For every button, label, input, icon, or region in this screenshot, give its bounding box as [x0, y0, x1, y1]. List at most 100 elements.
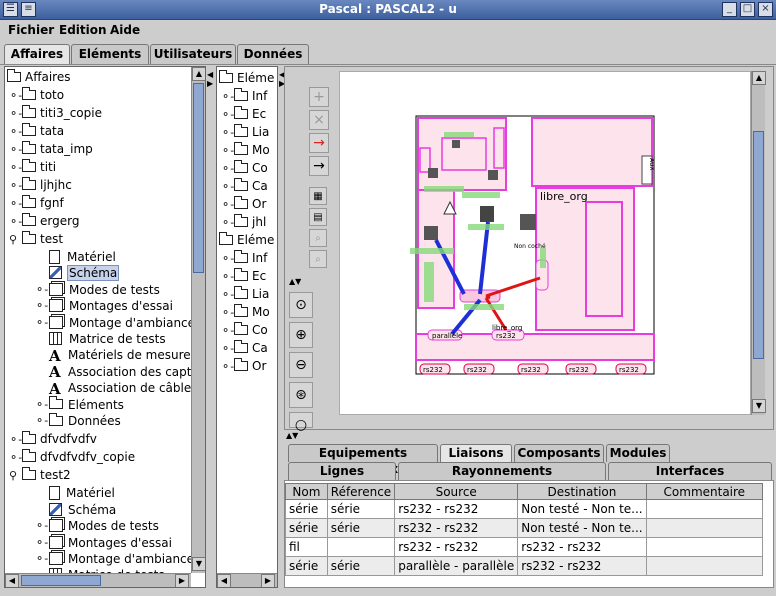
scroll-left-icon[interactable]: ◀ [5, 574, 19, 587]
tree2-item[interactable]: ⚬- Mo [221, 141, 270, 159]
expand-handle-icon[interactable]: ⚬- [9, 177, 22, 195]
tree-vertical-scrollbar[interactable]: ▲ ▼ [191, 67, 205, 573]
tree-item[interactable]: ⚬- tata_imp [9, 140, 93, 158]
tree-child-item[interactable]: ⚬- Montages d'essai [35, 297, 174, 315]
scroll-right-icon[interactable]: ▶ [175, 574, 189, 587]
expand-handle-icon[interactable]: ⚬- [35, 297, 48, 315]
canvas-vertical-scrollbar[interactable]: ▲ ▼ [751, 71, 766, 415]
red-link-icon[interactable]: → [309, 133, 329, 153]
expand-handle-icon[interactable]: ⚬- [221, 286, 234, 304]
menu-aide[interactable]: Aide [110, 23, 140, 37]
tree-child-item[interactable]: ⚬- Données [35, 412, 122, 430]
tree2-item[interactable]: ⚬- jhl [221, 213, 266, 231]
table-cell[interactable] [326, 537, 396, 557]
tree-item[interactable]: ⚬- ergerg [9, 212, 79, 230]
scroll-thumb[interactable] [753, 131, 764, 359]
expand-handle-icon[interactable]: ⚬- [35, 412, 48, 430]
expand-handle-icon[interactable]: ⚬- [221, 268, 234, 286]
col-destination[interactable]: Destination [517, 483, 647, 500]
zoom-area-icon[interactable]: ⌕ [309, 250, 327, 268]
collapse-handle-icon[interactable]: ⚲ [9, 467, 19, 485]
tab-liaisons[interactable]: Liaisons [440, 444, 512, 462]
tree-item[interactable]: ⚬- ljhjhc [9, 176, 72, 194]
tree-child-item[interactable]: A Association de câbles [49, 379, 199, 398]
tree-child-item[interactable]: Schéma [49, 501, 116, 519]
scroll-thumb-h[interactable] [21, 575, 101, 586]
zoom-reset-icon[interactable]: ○ [289, 412, 313, 433]
link-icon[interactable]: → [309, 156, 329, 176]
expand-handle-icon[interactable]: ⚬- [221, 160, 234, 178]
schema-icon[interactable]: ▦ [309, 187, 327, 205]
zoom-fit-icon[interactable]: ⊛ [289, 382, 313, 408]
affaires-tree[interactable]: Affaires ⚬- toto ⚬- titi3_copie ⚬- tata ⚬- tata… [4, 66, 206, 588]
expand-handle-icon[interactable]: ⚬- [221, 214, 234, 232]
table-cell[interactable]: Non testé - Non te... [517, 499, 647, 519]
expand-handle-icon[interactable]: ⚬- [221, 250, 234, 268]
expand-handle-icon[interactable]: ⚬- [221, 340, 234, 358]
table-cell[interactable]: fil [285, 537, 328, 557]
expand-handle-icon[interactable]: ⚬- [35, 550, 48, 568]
expand-handle-icon[interactable]: ⚬- [35, 517, 48, 535]
tree-item[interactable]: ⚬- titi3_copie [9, 104, 102, 122]
table-cell[interactable]: série [326, 556, 396, 576]
tree2-item[interactable]: ⚬- Co [221, 159, 268, 177]
scroll-up-icon[interactable]: ▲ [192, 67, 205, 81]
table-cell[interactable]: série [285, 518, 328, 538]
tree-child-item[interactable]: ⚬- Montage d'ambiance [35, 314, 196, 332]
tab-utilisateurs[interactable]: Utilisateurs [150, 44, 236, 64]
table-cell[interactable] [645, 556, 764, 576]
zoom-in-icon[interactable]: ⊕ [289, 322, 313, 348]
tab-modules[interactable]: Modules [606, 444, 670, 462]
table-row[interactable]: série série parallèle - parallèle rs232 - r… [285, 556, 764, 576]
maximize-icon[interactable]: □ [740, 2, 755, 17]
tree-child-item[interactable]: ⚬- Modes de tests [35, 281, 161, 299]
expand-handle-icon[interactable]: ⚬- [221, 196, 234, 214]
expand-handle-icon[interactable]: ⚬- [35, 534, 48, 552]
tree2-item[interactable]: ⚬- Inf [221, 87, 267, 105]
tree2-item[interactable]: ⚬- Co [221, 321, 268, 339]
table-cell[interactable]: rs232 - rs232 [394, 537, 519, 557]
scroll-thumb[interactable] [193, 83, 204, 273]
tree2-group[interactable]: Eléme [219, 231, 274, 249]
expand-handle-icon[interactable]: ⚬- [221, 142, 234, 160]
expand-handle-icon[interactable]: ⚬- [9, 141, 22, 159]
table-cell[interactable]: rs232 - rs232 [394, 499, 519, 519]
tab-interfaces[interactable]: Interfaces [608, 462, 772, 480]
expand-handle-icon[interactable]: ⚬- [9, 213, 22, 231]
expand-handle-icon[interactable]: ⚬- [9, 431, 22, 449]
tab-lignes[interactable]: Lignes [288, 462, 396, 480]
tree2-item[interactable]: ⚬- Ca [221, 177, 268, 195]
tree2-item[interactable]: ⚬- Or [221, 195, 266, 213]
tree-item[interactable]: ⚬- tata [9, 122, 64, 140]
tree2-item[interactable]: ⚬- Mo [221, 303, 270, 321]
tab-donnees[interactable]: Données [237, 44, 309, 64]
tab-equipements[interactable]: Equipements Terminaux [288, 444, 438, 476]
tree-child-item[interactable]: ⚬- Montages d'essai [35, 534, 172, 552]
tab-affaires[interactable]: Affaires [4, 44, 70, 65]
col-source[interactable]: Source [394, 483, 519, 500]
tab-composants[interactable]: Composants [514, 444, 604, 462]
properties-icon[interactable]: ▤ [309, 208, 327, 226]
table-row[interactable]: fil rs232 - rs232 rs232 - rs232 [285, 537, 764, 557]
schema-canvas[interactable]: libre_org libre_org Non coché parallèle … [339, 71, 751, 415]
tree-item[interactable]: ⚬- dfvdfvdfv [9, 430, 97, 448]
table-cell[interactable]: Non testé - Non te... [517, 518, 647, 538]
tree-child-item[interactable]: Schéma [49, 264, 120, 282]
minimize-icon[interactable]: _ [722, 2, 737, 17]
tree-child-item[interactable]: Matériel [49, 248, 117, 266]
tree2-horizontal-scrollbar[interactable]: ◀ ▶ [217, 573, 277, 587]
tree-item[interactable]: ⚲ test2 [9, 466, 71, 484]
tree-child-item[interactable]: ⚬- Eléments [35, 396, 125, 414]
col-commentaire[interactable]: Commentaire [645, 483, 764, 500]
tree2-item[interactable]: ⚬- Ec [221, 267, 266, 285]
tree2-item[interactable]: ⚬- Or [221, 357, 266, 375]
expand-handle-icon[interactable]: ⚬- [221, 106, 234, 124]
tree-root-label[interactable]: Affaires [25, 70, 70, 84]
tab-rayonnements[interactable]: Rayonnements [398, 462, 606, 480]
tree-horizontal-scrollbar[interactable]: ◀ ▶ [5, 573, 191, 587]
tab-elements[interactable]: Eléments [71, 44, 149, 64]
tree-child-item[interactable]: ⚬- Modes de tests [35, 517, 159, 535]
zoom-out-icon[interactable]: ⊖ [289, 352, 313, 378]
expand-handle-icon[interactable]: ⚬- [221, 124, 234, 142]
table-cell[interactable] [645, 537, 764, 557]
